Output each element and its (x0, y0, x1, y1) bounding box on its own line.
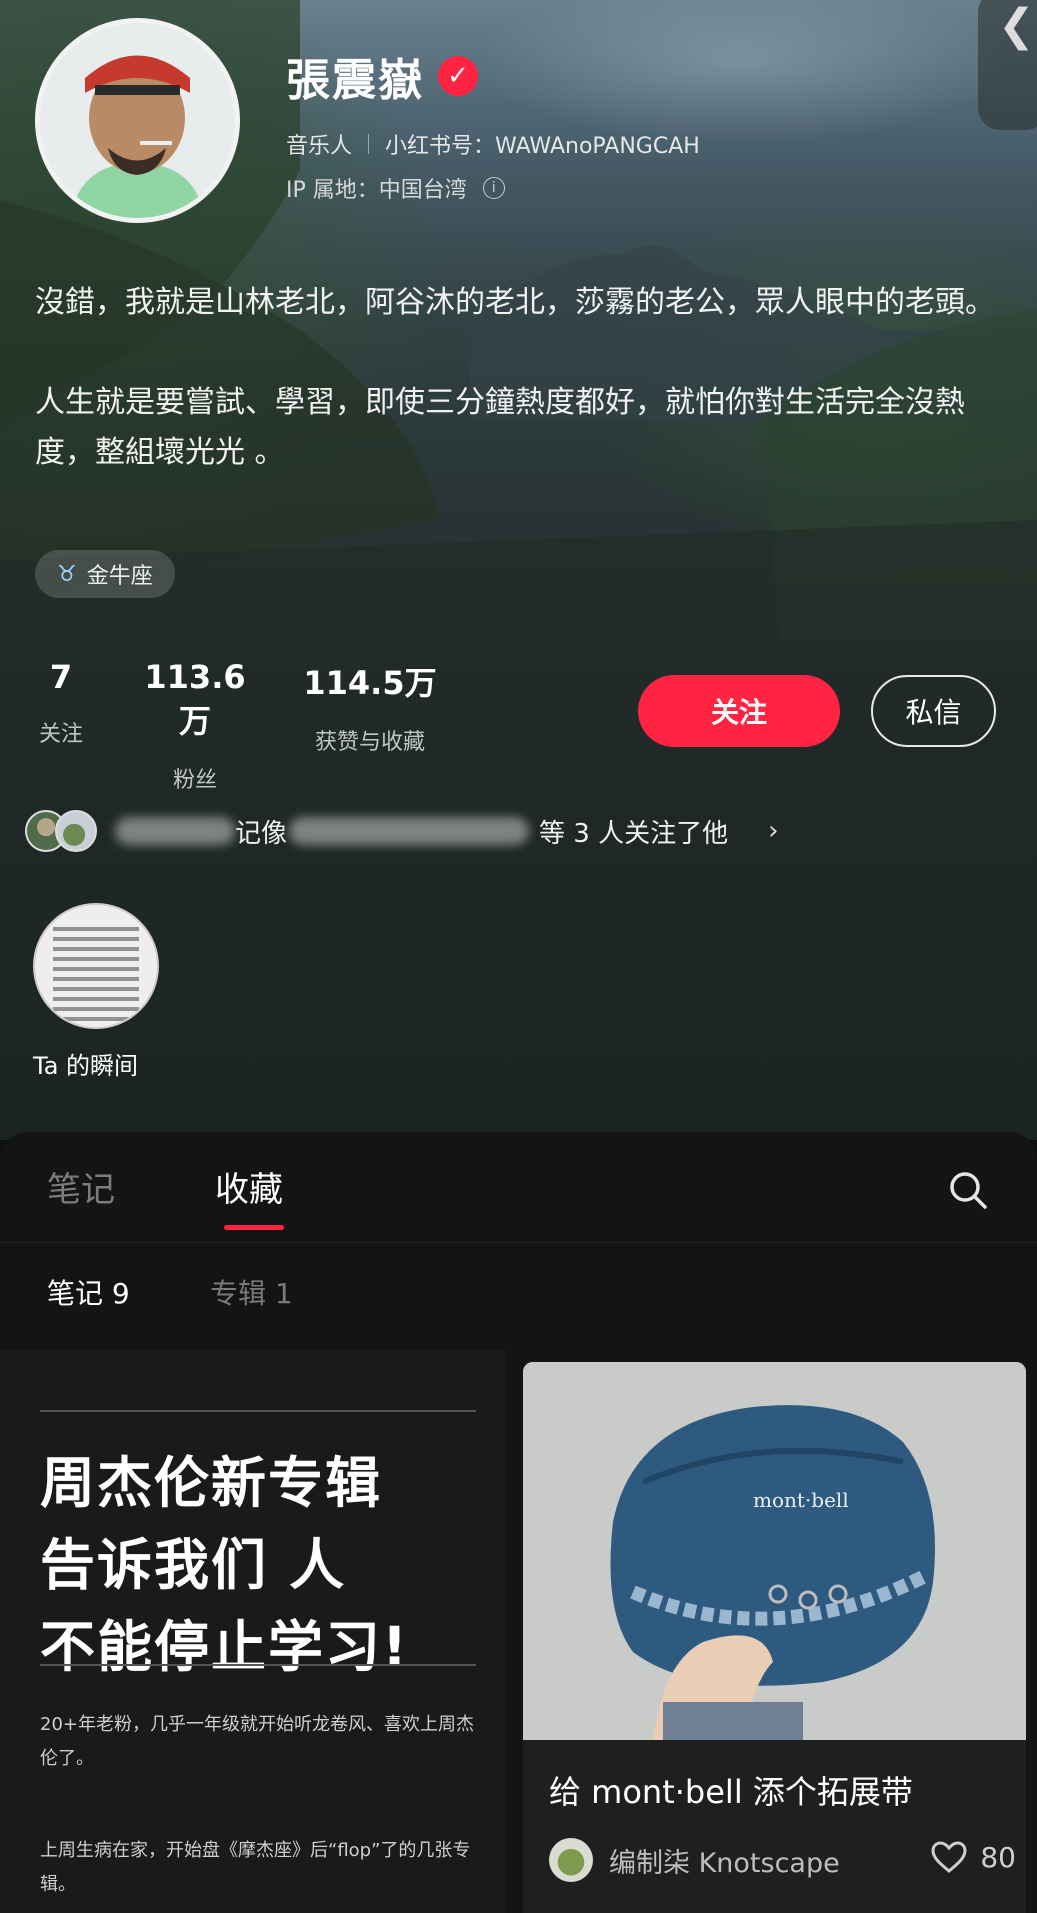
headline-line: 不能停止学习! (40, 1615, 410, 1679)
sub-tabs: 笔记 9 专辑 1 (0, 1242, 1037, 1342)
subtab-notes[interactable]: 笔记 9 (47, 1272, 130, 1312)
divider (368, 134, 370, 154)
stat-label: 粉丝 (172, 768, 217, 793)
avatar-photo (40, 23, 235, 218)
ip-location-line: IP 属地：中国台湾 i (286, 172, 505, 204)
bio-paragraph: 沒錯，我就是山林老北，阿谷沐的老北，莎霧的老公，眾人眼中的老頭。 (35, 285, 995, 320)
stat-value: 114.5万 (303, 664, 437, 702)
verified-badge-icon: ✓ (438, 56, 478, 96)
brand-print: mont·bell (753, 1488, 849, 1512)
stat-value: 113.6万 (144, 658, 246, 740)
moment-thumbnail[interactable] (33, 903, 159, 1029)
profile-avatar[interactable] (35, 18, 240, 223)
card-title: 给 mont·bell 添个拓展带 (549, 1773, 913, 1811)
tab-favorites[interactable]: 收藏 (215, 1162, 283, 1211)
profile-meta-line: 音乐人 小红书号：WAWAnoPANGCAH (286, 128, 700, 160)
mutual-followers-row[interactable]: 记像 等 3 人关注了他 › (25, 805, 779, 857)
stat-followers[interactable]: 113.6万 粉丝 (130, 658, 260, 794)
stat-label: 获赞与收藏 (314, 730, 425, 755)
note-card[interactable]: 周杰伦新专辑 告诉我们 人 不能停止学习! 20+年老粉，几乎一年级就开始听龙卷… (0, 1350, 506, 1913)
profile-role: 音乐人 (286, 134, 353, 159)
search-icon[interactable] (948, 1170, 988, 1210)
divider (40, 1664, 476, 1666)
mutual-name-fragment: 记像 (235, 818, 288, 849)
taurus-icon: ♉ (57, 561, 77, 587)
profile-bio: 沒錯，我就是山林老北，阿谷沐的老北，莎霧的老公，眾人眼中的老頭。 人生就是要嘗試… (35, 278, 995, 528)
card-photo: mont·bell (523, 1362, 1026, 1740)
like-count: 80 (980, 1840, 1016, 1874)
headline-line: 周杰伦新专辑 (40, 1451, 383, 1515)
chevron-left-icon: ❮ (998, 0, 1035, 51)
subtab-albums[interactable]: 专辑 1 (210, 1272, 293, 1312)
heart-icon (931, 1841, 967, 1873)
mutual-avatar (55, 810, 97, 852)
card-author[interactable]: 编制柒 Knotscape (549, 1838, 840, 1882)
profile-name: 張震嶽 (286, 55, 424, 106)
card-headline: 周杰伦新专辑 告诉我们 人 不能停止学习! (40, 1442, 409, 1688)
profile-id[interactable]: 小红书号：WAWAnoPANGCAH (385, 128, 700, 160)
collapse-button[interactable]: ❮ (978, 0, 1037, 130)
blurred-username (289, 817, 530, 845)
note-card[interactable]: mont·bell 给 mont·bell 添个拓展带 编制柒 Knotscap… (523, 1362, 1026, 1913)
message-button[interactable]: 私信 (871, 675, 996, 747)
like-button[interactable]: 80 (930, 1840, 1016, 1874)
chevron-right-icon: › (768, 816, 779, 846)
mutual-suffix: 等 3 人关注了他 (539, 818, 729, 849)
bio-paragraph: 人生就是要嘗試、學習，即使三分鐘熱度都好，就怕你對生活完全沒熱度，整組壞光光 。 (35, 385, 965, 470)
stat-following[interactable]: 7 关注 (35, 658, 87, 748)
main-tabs: 笔记 收藏 (0, 1132, 1037, 1243)
zodiac-tag: ♉ 金牛座 (35, 550, 175, 598)
name-row: 張震嶽 ✓ (286, 44, 478, 108)
active-tab-indicator (224, 1225, 284, 1230)
blurred-username (115, 817, 235, 845)
tab-notes[interactable]: 笔记 (47, 1162, 115, 1211)
card-body-text: 20+年老粉，几乎一年级就开始听龙卷风、喜欢上周杰伦了。 (40, 1714, 474, 1769)
stat-likes-favs[interactable]: 114.5万 获赞与收藏 (300, 658, 440, 756)
author-name: 编制柒 Knotscape (609, 1847, 840, 1879)
info-icon[interactable]: i (482, 177, 505, 199)
follow-button[interactable]: 关注 (638, 675, 840, 747)
stat-label: 关注 (38, 722, 83, 747)
moments-label: Ta 的瞬间 (33, 1052, 139, 1080)
divider (40, 1410, 476, 1412)
stat-value: 7 (49, 658, 73, 696)
headline-line: 告诉我们 人 (40, 1533, 347, 1597)
author-avatar (549, 1838, 593, 1882)
card-body-text: 上周生病在家，开始盘《摩杰座》后“flop”了的几张专辑。 (40, 1840, 471, 1895)
ip-location: IP 属地：中国台湾 (286, 178, 467, 203)
zodiac-label: 金牛座 (86, 564, 153, 589)
